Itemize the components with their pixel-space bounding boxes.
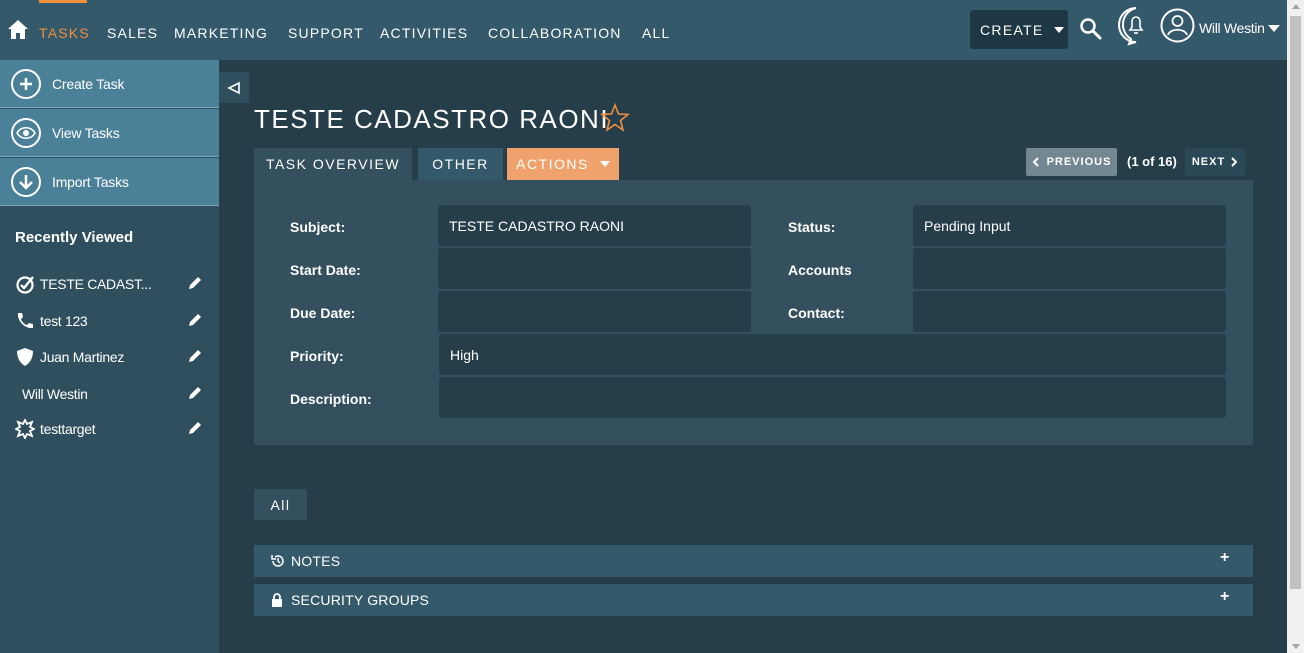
security-groups-subpanel[interactable]: SECURITY GROUPS + xyxy=(254,584,1253,616)
favorite-star-icon[interactable] xyxy=(600,103,630,133)
recent-item-label: testtarget xyxy=(40,421,96,437)
notification-bell-icon[interactable] xyxy=(1117,6,1155,46)
page-title: TESTE CADASTRO RAONI xyxy=(254,104,610,134)
pencil-icon[interactable] xyxy=(187,349,202,364)
avatar-icon[interactable] xyxy=(1160,8,1195,43)
top-navbar: Tasks Sales Marketing Support Activities… xyxy=(0,0,1287,60)
search-icon[interactable] xyxy=(1079,17,1103,41)
notes-label: NOTES xyxy=(291,553,341,569)
filter-label: All xyxy=(270,496,291,513)
create-task-label: Create Task xyxy=(52,75,125,92)
task-check-icon xyxy=(16,276,34,294)
record-counter: (1 of 16) xyxy=(1127,154,1177,169)
task-detail-panel: Subject: TESTE CADASTRO RAONI Status: Pe… xyxy=(254,180,1253,445)
create-label: CREATE xyxy=(980,21,1044,38)
start-date-label: Start Date: xyxy=(290,262,361,278)
priority-label: Priority: xyxy=(290,348,344,364)
pencil-icon[interactable] xyxy=(187,386,202,401)
active-tab-indicator xyxy=(39,0,87,3)
scroll-thumb[interactable] xyxy=(1290,16,1301,589)
due-date-value[interactable] xyxy=(438,291,751,332)
pencil-icon[interactable] xyxy=(187,313,202,328)
tab-other[interactable]: OTHER xyxy=(418,148,503,180)
nav-sales[interactable]: Sales xyxy=(107,25,158,41)
security-groups-label: SECURITY GROUPS xyxy=(291,592,430,608)
status-label: Status: xyxy=(788,219,836,235)
subject-label: Subject: xyxy=(290,219,346,235)
subpanel-filter-all-button[interactable]: All xyxy=(254,489,307,520)
history-icon xyxy=(271,554,291,568)
recent-item-label: test 123 xyxy=(40,313,88,329)
tab-label: OTHER xyxy=(432,156,489,172)
expand-plus-icon[interactable]: + xyxy=(1220,549,1229,567)
notes-subpanel[interactable]: NOTES + xyxy=(254,545,1253,577)
due-date-label: Due Date: xyxy=(290,305,356,321)
recent-item-label: Juan Martinez xyxy=(40,349,125,365)
sidebar-collapse-button[interactable] xyxy=(219,72,249,103)
pencil-icon[interactable] xyxy=(187,421,202,436)
user-menu-chevron-down-icon[interactable] xyxy=(1268,25,1280,32)
plus-icon xyxy=(11,68,41,99)
tab-label: TASK OVERVIEW xyxy=(265,156,401,172)
chevron-right-icon xyxy=(1231,157,1238,167)
recent-item-label: TESTE CADAST... xyxy=(40,276,152,292)
recent-item[interactable]: Will Westin xyxy=(0,382,219,406)
recent-item[interactable]: TESTE CADAST... xyxy=(0,272,219,296)
pencil-icon[interactable] xyxy=(187,276,202,291)
sidebar: Create Task View Tasks Import Tasks Rece… xyxy=(0,60,219,653)
nav-collaboration[interactable]: Collaboration xyxy=(488,25,622,41)
priority-value[interactable]: High xyxy=(439,334,1226,375)
accounts-value[interactable] xyxy=(913,248,1226,289)
scrollbar[interactable] xyxy=(1287,0,1304,653)
create-task-action[interactable]: Create Task xyxy=(0,60,219,108)
lock-icon xyxy=(271,593,291,607)
eye-icon xyxy=(11,117,41,148)
nav-all[interactable]: All xyxy=(642,25,671,41)
start-date-value[interactable] xyxy=(438,248,751,289)
recently-viewed-title: Recently Viewed xyxy=(15,229,134,246)
previous-button[interactable]: PREVIOUS xyxy=(1026,148,1117,176)
contact-label: Contact: xyxy=(788,305,845,321)
scroll-down-arrow-icon[interactable] xyxy=(1292,644,1300,649)
status-value[interactable]: Pending Input xyxy=(913,205,1226,246)
recent-item[interactable]: test 123 xyxy=(0,309,219,333)
phone-icon xyxy=(17,313,33,329)
description-label: Description: xyxy=(290,391,372,407)
next-button[interactable]: NEXT xyxy=(1185,148,1245,176)
import-tasks-label: Import Tasks xyxy=(52,173,129,190)
nav-marketing[interactable]: Marketing xyxy=(174,25,268,41)
recent-item[interactable]: testtarget xyxy=(0,417,219,441)
create-button[interactable]: CREATE xyxy=(970,10,1068,49)
chevron-down-icon xyxy=(599,161,610,167)
chevron-down-icon xyxy=(1053,26,1064,33)
tab-task-overview[interactable]: TASK OVERVIEW xyxy=(254,148,412,180)
view-tasks-action[interactable]: View Tasks xyxy=(0,109,219,157)
target-star-icon xyxy=(15,419,35,439)
recent-item[interactable]: Juan Martinez xyxy=(0,345,219,369)
user-name[interactable]: Will Westin xyxy=(1199,20,1265,36)
nav-tasks[interactable]: Tasks xyxy=(39,25,90,41)
previous-label: PREVIOUS xyxy=(1046,156,1112,168)
collapse-arrow-icon xyxy=(227,81,240,94)
description-value[interactable] xyxy=(439,377,1226,418)
view-tasks-label: View Tasks xyxy=(52,124,120,141)
nav-activities[interactable]: Activities xyxy=(380,25,468,41)
recent-item-label: Will Westin xyxy=(22,386,88,402)
accounts-label: Accounts xyxy=(788,262,852,278)
download-arrow-icon xyxy=(11,166,41,197)
subject-value[interactable]: TESTE CADASTRO RAONI xyxy=(438,205,751,246)
next-label: NEXT xyxy=(1191,156,1226,168)
expand-plus-icon[interactable]: + xyxy=(1220,588,1229,606)
tab-actions[interactable]: ACTIONS xyxy=(507,148,619,180)
import-tasks-action[interactable]: Import Tasks xyxy=(0,158,219,206)
tab-label: ACTIONS xyxy=(516,156,589,172)
nav-support[interactable]: Support xyxy=(288,25,364,41)
shield-icon xyxy=(17,348,33,366)
chevron-left-icon xyxy=(1032,157,1039,167)
home-icon[interactable] xyxy=(7,18,29,40)
contact-value[interactable] xyxy=(913,291,1226,332)
scroll-up-arrow-icon[interactable] xyxy=(1292,4,1300,9)
